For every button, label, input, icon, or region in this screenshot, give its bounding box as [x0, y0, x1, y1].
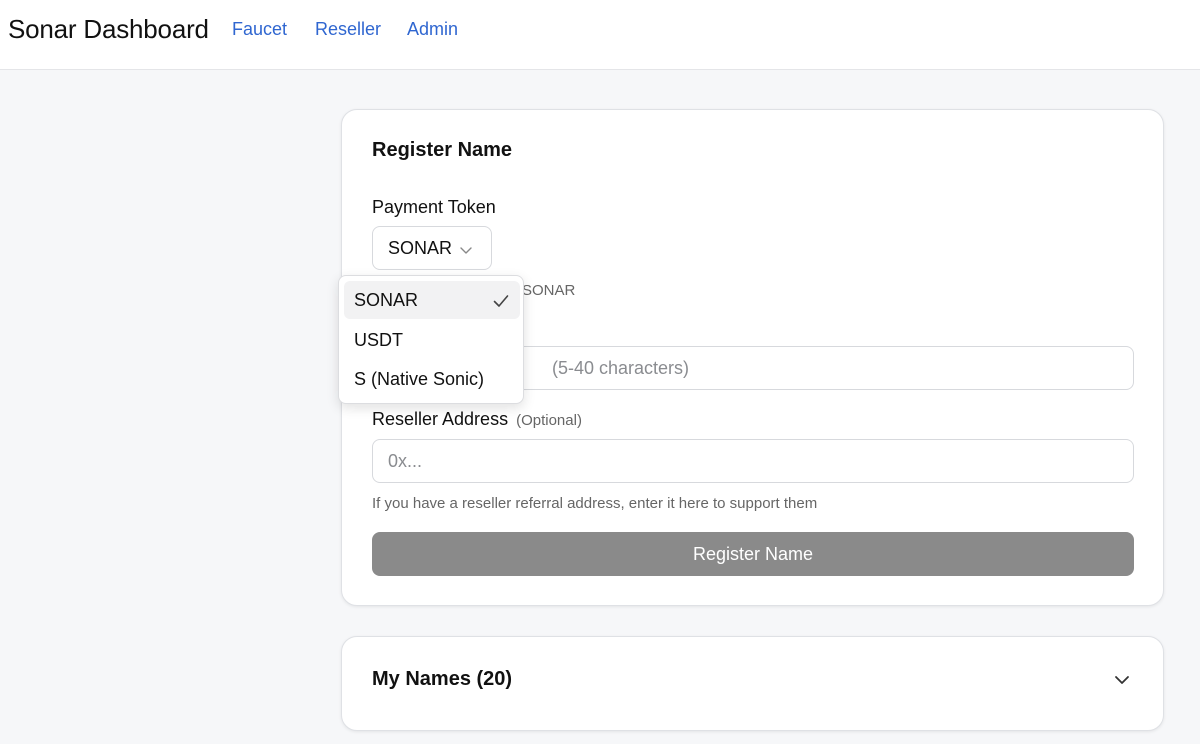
chevron-down-icon[interactable] — [1113, 671, 1131, 694]
nav-link-reseller[interactable]: Reseller — [315, 19, 381, 40]
payment-token-dropdown: SONAR USDT S (Native Sonic) — [338, 275, 524, 404]
payment-token-hint: SONAR — [522, 282, 576, 299]
app-title: Sonar Dashboard — [8, 14, 209, 44]
dropdown-option-label: USDT — [354, 330, 403, 350]
payment-token-label: Payment Token — [372, 197, 496, 217]
dropdown-option-sonar[interactable]: SONAR — [344, 281, 520, 319]
chevron-down-icon — [459, 241, 473, 262]
nav-link-faucet[interactable]: Faucet — [232, 19, 287, 40]
my-names-title: My Names (20) — [372, 668, 513, 690]
dropdown-option-usdt[interactable]: USDT — [344, 321, 520, 359]
dropdown-option-label: S (Native Sonic) — [354, 369, 485, 389]
register-name-button[interactable]: Register Name — [372, 532, 1134, 576]
reseller-help-text: If you have a reseller referral address,… — [372, 495, 818, 512]
my-names-card[interactable]: My Names (20) — [341, 636, 1164, 731]
reseller-address-label-text: Reseller Address — [372, 409, 509, 429]
nav-link-admin[interactable]: Admin — [407, 19, 458, 40]
reseller-address-input[interactable] — [372, 439, 1134, 483]
dropdown-option-label: SONAR — [354, 290, 419, 310]
reseller-address-label: Reseller Address (Optional) — [372, 409, 582, 430]
card-title: Register Name — [372, 139, 513, 161]
checkmark-icon — [493, 292, 509, 313]
payment-token-select[interactable]: SONAR — [372, 226, 492, 270]
dropdown-option-native-sonic[interactable]: S (Native Sonic) — [344, 360, 520, 398]
payment-token-selected-value: SONAR — [388, 238, 453, 258]
top-navbar: Sonar Dashboard Faucet Reseller Admin — [0, 0, 1200, 70]
optional-tag: (Optional) — [516, 412, 582, 429]
